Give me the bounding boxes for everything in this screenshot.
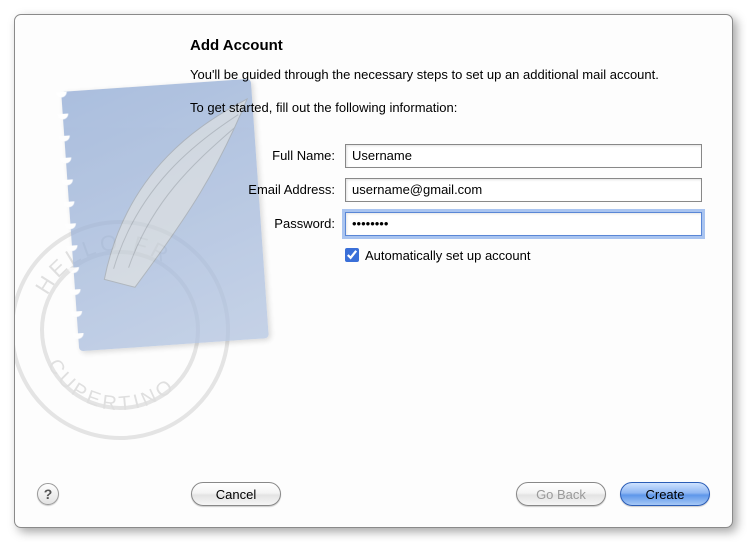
account-form: Full Name: Email Address: Password: Auto… [190,144,702,263]
cancel-button[interactable]: Cancel [191,482,281,506]
help-button[interactable]: ? [37,483,59,505]
auto-setup-label: Automatically set up account [365,248,530,263]
dialog-title: Add Account [190,37,702,54]
dialog-footer: ? Cancel Go Back Create [15,477,732,511]
create-button[interactable]: Create [620,482,710,506]
auto-setup-checkbox[interactable] [345,248,359,262]
fullname-input[interactable] [345,144,702,168]
email-label: Email Address: [190,182,345,197]
password-label: Password: [190,216,345,231]
fullname-label: Full Name: [190,148,345,163]
intro-text-1: You'll be guided through the necessary s… [190,66,702,85]
go-back-button[interactable]: Go Back [516,482,606,506]
email-input[interactable] [345,178,702,202]
add-account-dialog: HELLO FR CUPERTINO Add Account You'll be… [14,14,733,528]
password-input[interactable] [345,212,702,236]
intro-text-2: To get started, fill out the following i… [190,99,702,118]
dialog-content: Add Account You'll be guided through the… [190,37,702,263]
svg-text:CUPERTINO: CUPERTINO [43,355,180,415]
